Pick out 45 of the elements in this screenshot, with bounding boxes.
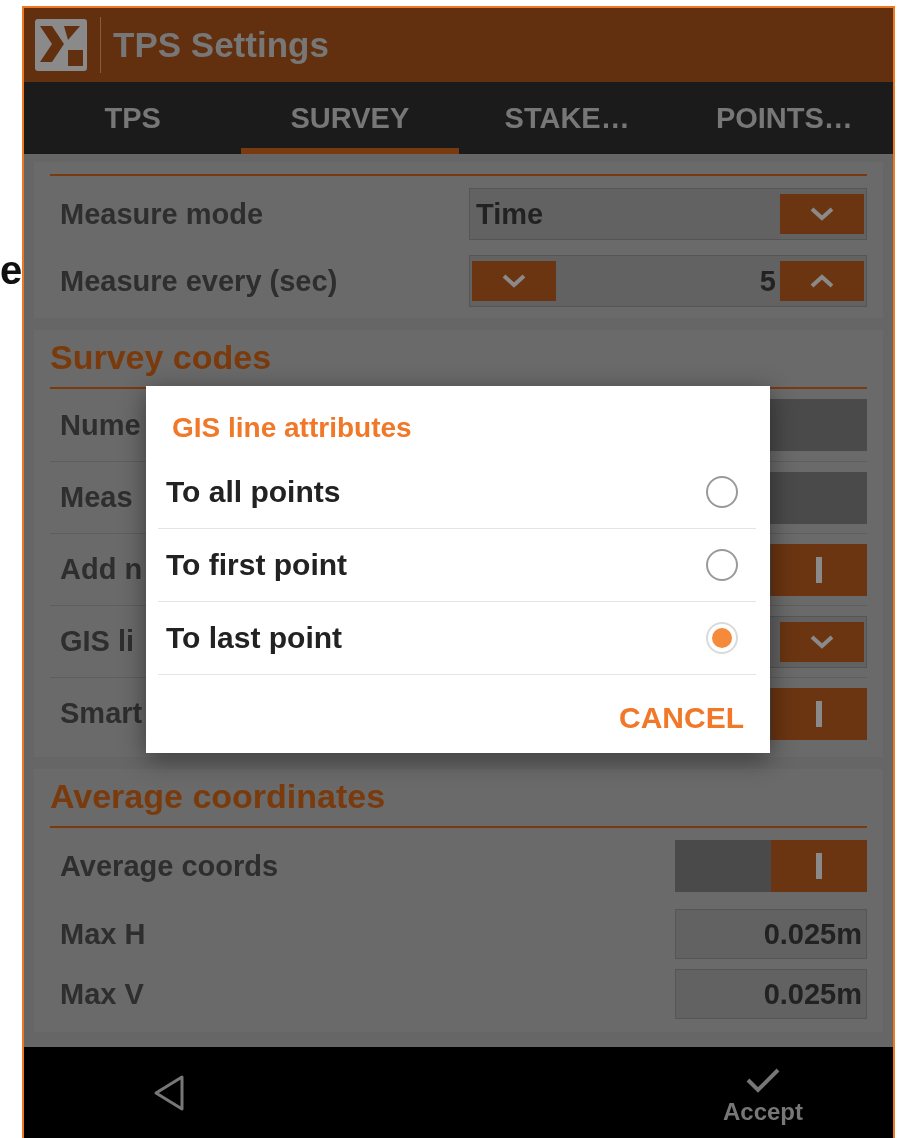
- input-field[interactable]: 0.025m: [675, 969, 867, 1019]
- setting-label: Add n: [60, 553, 143, 586]
- setting-label: Measure every (sec): [60, 264, 338, 298]
- window-title: TPS Settings: [113, 25, 329, 65]
- setting-label: Smart: [60, 697, 143, 730]
- option-label: To all points: [166, 475, 341, 509]
- option-row[interactable]: To last point: [158, 602, 756, 675]
- chevron-down-icon: [809, 206, 835, 222]
- dropdown-field[interactable]: Time: [469, 188, 867, 240]
- tab[interactable]: SURVEY: [241, 82, 459, 154]
- dropdown-button[interactable]: [780, 194, 864, 234]
- dropdown-value: Time: [475, 197, 545, 231]
- back-icon[interactable]: [152, 1073, 186, 1112]
- setting-label: Meas: [60, 481, 133, 514]
- text-fragment: e: [0, 250, 23, 290]
- dialog-title: GIS line attributes: [171, 412, 413, 445]
- setting-label: Max H: [60, 917, 146, 951]
- option-label: To first point: [166, 548, 348, 582]
- chevron-down-icon: [809, 633, 835, 650]
- tab[interactable]: POINTS…: [675, 82, 893, 154]
- stepper-value: 5: [758, 264, 777, 298]
- radio-button[interactable]: [706, 549, 738, 581]
- tab[interactable]: STAKE…: [458, 82, 676, 154]
- input-field[interactable]: 0.025m: [675, 909, 867, 959]
- setting-label: Max V: [60, 977, 144, 1011]
- tab[interactable]: TPS: [24, 82, 242, 154]
- chevron-down-icon: [501, 273, 527, 289]
- setting-label: Average coords: [60, 849, 279, 883]
- setting-label: Measure mode: [60, 197, 264, 231]
- accept-button[interactable]: Accept: [722, 1059, 803, 1126]
- setting-label: Nume: [60, 408, 141, 442]
- section-title: Average coordinates: [50, 769, 867, 828]
- decrement-button[interactable]: [472, 261, 556, 301]
- stepper-field[interactable]: 5: [469, 255, 867, 307]
- increment-button[interactable]: [780, 261, 864, 301]
- dropdown-button[interactable]: [780, 621, 864, 662]
- chevron-up-icon: [809, 273, 835, 289]
- app-logo-icon: [34, 18, 88, 72]
- toggle-switch[interactable]: [675, 840, 867, 892]
- option-row[interactable]: To all points: [158, 456, 756, 529]
- setting-label: GIS li: [60, 625, 135, 658]
- cancel-button[interactable]: CANCEL: [619, 701, 756, 735]
- radio-button[interactable]: [706, 476, 738, 508]
- option-row[interactable]: To first point: [158, 529, 756, 602]
- option-label: To last point: [166, 621, 343, 655]
